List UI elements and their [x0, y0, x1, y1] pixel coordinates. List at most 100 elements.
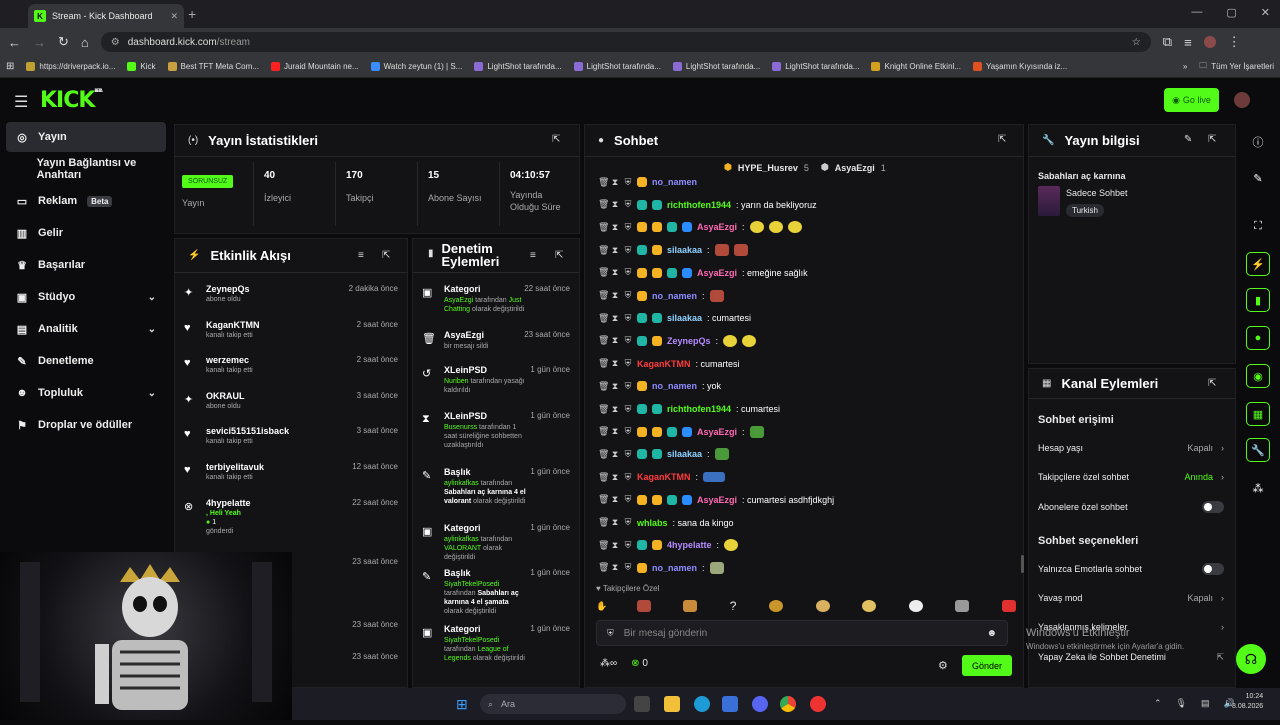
hamburger-menu-icon[interactable]: ☰ [14, 92, 28, 112]
timeout-hourglass-icon[interactable]: ⧗ [611, 313, 619, 324]
minimize-icon[interactable]: — [1191, 6, 1202, 19]
bookmarks-folder[interactable]: 🗀 Tüm Yer İşaretleri [1199, 60, 1274, 74]
ban-shield-icon[interactable]: ⛨ [624, 222, 632, 233]
kick-points[interactable]: ⊗ 0 [631, 658, 648, 669]
popout-icon[interactable]: ⇱ [1208, 134, 1216, 145]
address-bar[interactable]: ⚙ dashboard.kick.com/stream ☆ [100, 32, 1151, 52]
new-tab-icon[interactable]: + [188, 6, 196, 22]
delete-message-icon[interactable]: 🗑 [598, 381, 609, 392]
bookmark-star-icon[interactable]: ☆ [1132, 37, 1141, 48]
sidebar-item-yayin[interactable]: ◎ Yayın [6, 122, 166, 152]
timeout-hourglass-icon[interactable]: ⧗ [611, 426, 619, 437]
profile-avatar[interactable] [1203, 36, 1216, 48]
more-bookmarks-icon[interactable]: » [1183, 62, 1187, 71]
filter-icon[interactable]: ≡ [358, 250, 364, 261]
chat-username[interactable]: silaakaa [667, 313, 702, 323]
timeout-hourglass-icon[interactable]: ⧗ [611, 222, 619, 233]
emote-icon[interactable] [908, 600, 923, 612]
ban-shield-icon[interactable]: ⛨ [624, 426, 632, 437]
emote-icon[interactable] [815, 600, 830, 612]
system-clock[interactable]: 10:24 8.08.2026 [1232, 692, 1263, 712]
discord-icon[interactable] [752, 696, 768, 712]
sidebar-item-basarilar[interactable]: ♛ Başarılar [6, 250, 166, 280]
ban-shield-icon[interactable]: ⛨ [624, 562, 632, 573]
chat-username[interactable]: no_namen [652, 291, 697, 301]
sidebar-item-studyo[interactable]: ▣ Stüdyo ⌄ [6, 282, 166, 312]
delete-message-icon[interactable]: 🗑 [598, 267, 609, 278]
sidebar-item-stream-key[interactable]: Yayın Bağlantısı ve Anahtarı [6, 154, 176, 184]
bookmark-item[interactable]: Kick [127, 62, 156, 71]
question-emote-icon[interactable]: ? [730, 599, 737, 613]
ban-shield-icon[interactable]: ⛨ [624, 199, 632, 210]
quick-action-wrench-icon[interactable]: 🔧 [1246, 438, 1270, 462]
bookmark-item[interactable]: LightShot tarafında... [772, 62, 859, 71]
bookmark-item[interactable]: Knight Online Etkinl... [871, 62, 961, 71]
delete-message-icon[interactable]: 🗑 [598, 177, 609, 188]
back-icon[interactable]: ← [8, 35, 21, 50]
ban-shield-icon[interactable]: ⛨ [624, 290, 632, 301]
filter-icon[interactable]: ≡ [530, 250, 536, 261]
taskbar-search[interactable]: ⌕ Ara [480, 694, 626, 714]
delete-message-icon[interactable]: 🗑 [598, 290, 609, 301]
timeout-hourglass-icon[interactable]: ⧗ [611, 472, 619, 483]
timeout-hourglass-icon[interactable]: ⧗ [611, 290, 619, 301]
followers-chat-row[interactable]: Takipçilere özel sohbet Anında › [1038, 467, 1224, 487]
edge-icon[interactable] [694, 696, 710, 712]
emote-icon[interactable] [636, 600, 651, 612]
edit-icon[interactable]: ✎ [1244, 164, 1272, 192]
delete-message-icon[interactable]: 🗑 [598, 517, 609, 528]
task-view-icon[interactable] [634, 696, 650, 712]
quick-action-chat-icon[interactable]: ● [1246, 326, 1270, 350]
chat-username[interactable]: AsyaEzgi [697, 495, 737, 505]
sidebar-item-topluluk[interactable]: ☻ Topluluk ⌄ [6, 378, 166, 408]
bookmark-item[interactable]: Juraid Mountain ne... [270, 62, 359, 71]
obs-icon[interactable] [810, 696, 826, 712]
delete-message-icon[interactable]: 🗑 [598, 245, 609, 256]
bookmark-item[interactable]: Watch zeytun (1) | S... [370, 62, 462, 71]
forward-icon[interactable]: → [33, 35, 46, 50]
chat-username[interactable]: AsyaEzgi [697, 427, 737, 437]
info-icon[interactable]: ⓘ [1244, 128, 1272, 156]
ban-shield-icon[interactable]: ⛨ [624, 313, 632, 324]
ban-shield-icon[interactable]: ⛨ [624, 472, 632, 483]
ban-shield-icon[interactable]: ⛨ [624, 358, 632, 369]
ban-shield-icon[interactable]: ⛨ [624, 494, 632, 505]
timeout-hourglass-icon[interactable]: ⧗ [611, 335, 619, 346]
chat-username[interactable]: no_namen [652, 177, 697, 187]
account-age-row[interactable]: Hesap yaşı Kapalı › [1038, 438, 1224, 458]
extensions-icon[interactable]: ⧉ [1163, 34, 1172, 50]
site-info-icon[interactable]: ⚙ [111, 37, 120, 48]
ban-shield-icon[interactable]: ⛨ [624, 177, 632, 188]
chat-username[interactable]: no_namen [652, 563, 697, 573]
popout-icon[interactable]: ⇱ [998, 134, 1006, 145]
chat-username[interactable]: KaganKTMN [637, 472, 691, 482]
timeout-hourglass-icon[interactable]: ⧗ [611, 381, 619, 392]
sidebar-item-analitik[interactable]: ▤ Analitik ⌄ [6, 314, 166, 344]
timeout-hourglass-icon[interactable]: ⧗ [611, 177, 619, 188]
send-button[interactable]: Gönder [962, 655, 1012, 676]
chat-username[interactable]: KaganKTMN [637, 359, 691, 369]
store-icon[interactable] [722, 696, 738, 712]
ban-shield-icon[interactable]: ⛨ [624, 404, 632, 415]
resize-icon[interactable]: ⛶ [1244, 212, 1272, 240]
delete-message-icon[interactable]: 🗑 [598, 426, 609, 437]
timeout-hourglass-icon[interactable]: ⧗ [611, 540, 619, 551]
file-explorer-icon[interactable] [664, 696, 680, 712]
emote-icon[interactable] [769, 600, 783, 612]
queue-icon[interactable]: ≡ [1184, 35, 1192, 50]
delete-message-icon[interactable]: 🗑 [598, 562, 609, 573]
timeout-hourglass-icon[interactable]: ⧗ [611, 358, 619, 369]
sidebar-item-denetleme[interactable]: ✎ Denetleme [6, 346, 166, 376]
emote-only-toggle[interactable] [1202, 563, 1224, 575]
bookmark-item[interactable]: LightShot tarafında... [672, 62, 760, 71]
chat-username[interactable]: 4hypelatte [667, 540, 712, 550]
subs-chat-toggle[interactable] [1202, 501, 1224, 513]
chat-username[interactable]: ZeynepQs [667, 336, 711, 346]
chat-scrollbar[interactable] [1021, 555, 1024, 573]
user-avatar[interactable] [1234, 92, 1250, 108]
windows-start-icon[interactable]: ⊞ [456, 696, 468, 713]
popout-icon[interactable]: ⇱ [552, 134, 560, 145]
bookmark-item[interactable]: Yaşamın Kıyısında iz... [972, 62, 1067, 71]
chat-username[interactable]: AsyaEzgi [697, 222, 737, 232]
delete-message-icon[interactable]: 🗑 [598, 494, 609, 505]
